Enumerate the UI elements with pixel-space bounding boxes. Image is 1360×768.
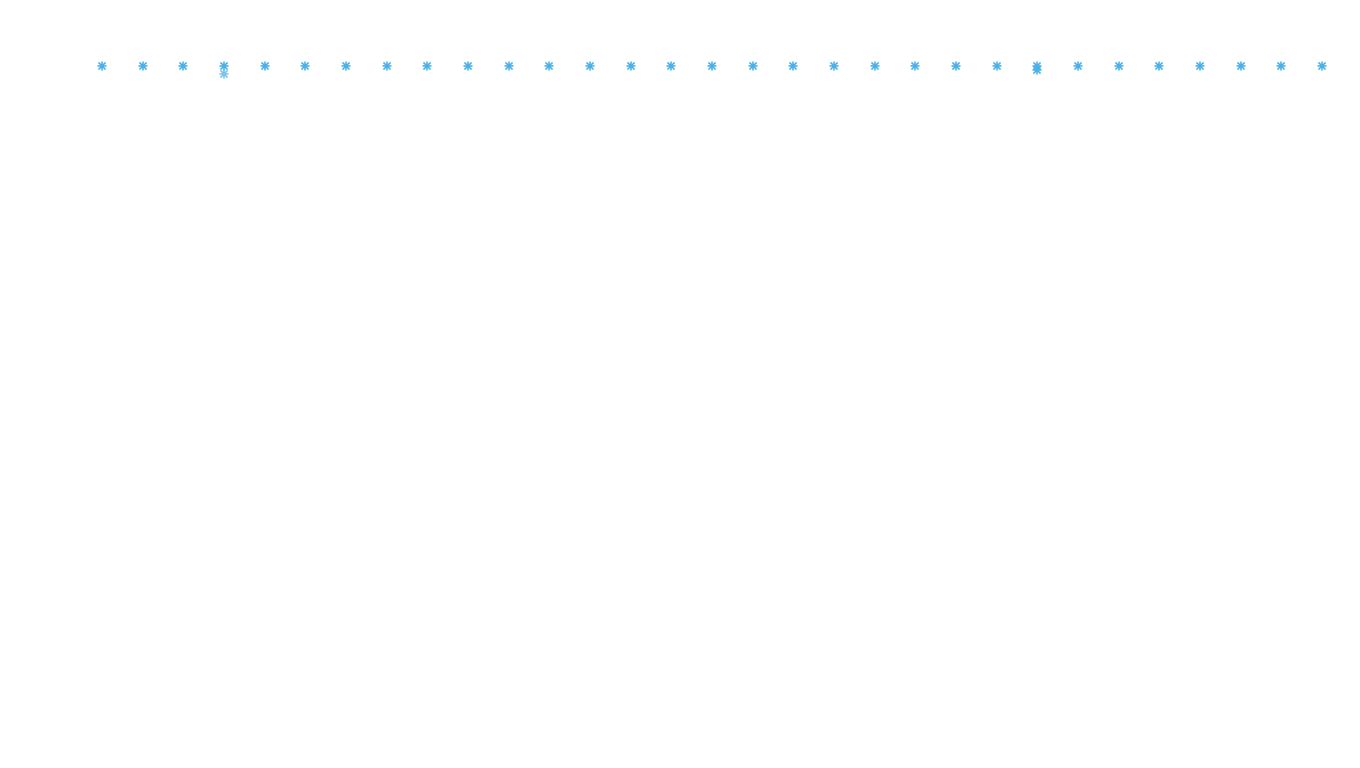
asterisk-marker <box>626 61 636 71</box>
asterisk-icon <box>707 61 717 71</box>
asterisk-icon <box>951 61 961 71</box>
asterisk-icon <box>544 61 554 71</box>
asterisk-icon <box>1114 61 1124 71</box>
asterisk-marker <box>260 61 270 71</box>
asterisk-marker <box>300 61 310 71</box>
asterisk-marker <box>666 61 676 71</box>
asterisk-icon <box>422 61 432 71</box>
asterisk-marker <box>910 61 920 71</box>
asterisk-icon <box>1154 61 1164 71</box>
asterisk-marker <box>178 61 188 71</box>
asterisk-marker <box>585 61 595 71</box>
asterisk-icon <box>463 61 473 71</box>
asterisk-icon <box>138 61 148 71</box>
asterisk-icon <box>626 61 636 71</box>
asterisk-marker-secondary <box>219 69 229 79</box>
asterisk-marker <box>748 61 758 71</box>
asterisk-marker <box>382 61 392 71</box>
asterisk-icon <box>300 61 310 71</box>
asterisk-icon <box>1073 61 1083 71</box>
asterisk-marker <box>870 61 880 71</box>
asterisk-marker <box>422 61 432 71</box>
asterisk-marker <box>97 61 107 71</box>
asterisk-icon <box>1317 61 1327 71</box>
asterisk-icon <box>788 61 798 71</box>
asterisk-marker <box>1073 61 1083 71</box>
asterisk-marker <box>992 61 1002 71</box>
asterisk-marker <box>788 61 798 71</box>
asterisk-marker <box>1114 61 1124 71</box>
asterisk-marker <box>463 61 473 71</box>
asterisk-icon <box>829 61 839 71</box>
asterisk-icon <box>178 61 188 71</box>
asterisk-icon <box>666 61 676 71</box>
asterisk-marker <box>1154 61 1164 71</box>
asterisk-icon <box>260 61 270 71</box>
asterisk-icon <box>748 61 758 71</box>
asterisk-marker <box>341 61 351 71</box>
asterisk-marker <box>1276 61 1286 71</box>
asterisk-marker <box>504 61 514 71</box>
asterisk-icon <box>910 61 920 71</box>
asterisk-icon <box>1032 65 1042 75</box>
asterisk-marker-stacked <box>1032 65 1042 75</box>
asterisk-icon <box>219 69 229 79</box>
asterisk-marker <box>138 61 148 71</box>
asterisk-icon <box>382 61 392 71</box>
asterisk-icon <box>1276 61 1286 71</box>
asterisk-marker <box>1317 61 1327 71</box>
asterisk-icon <box>1195 61 1205 71</box>
asterisk-marker <box>707 61 717 71</box>
asterisk-marker <box>1236 61 1246 71</box>
asterisk-icon <box>585 61 595 71</box>
asterisk-marker <box>951 61 961 71</box>
asterisk-marker <box>1195 61 1205 71</box>
asterisk-icon <box>1236 61 1246 71</box>
asterisk-icon <box>341 61 351 71</box>
asterisk-icon <box>504 61 514 71</box>
asterisk-marker <box>829 61 839 71</box>
asterisk-icon <box>870 61 880 71</box>
asterisk-icon <box>992 61 1002 71</box>
asterisk-icon <box>97 61 107 71</box>
asterisk-marker <box>544 61 554 71</box>
